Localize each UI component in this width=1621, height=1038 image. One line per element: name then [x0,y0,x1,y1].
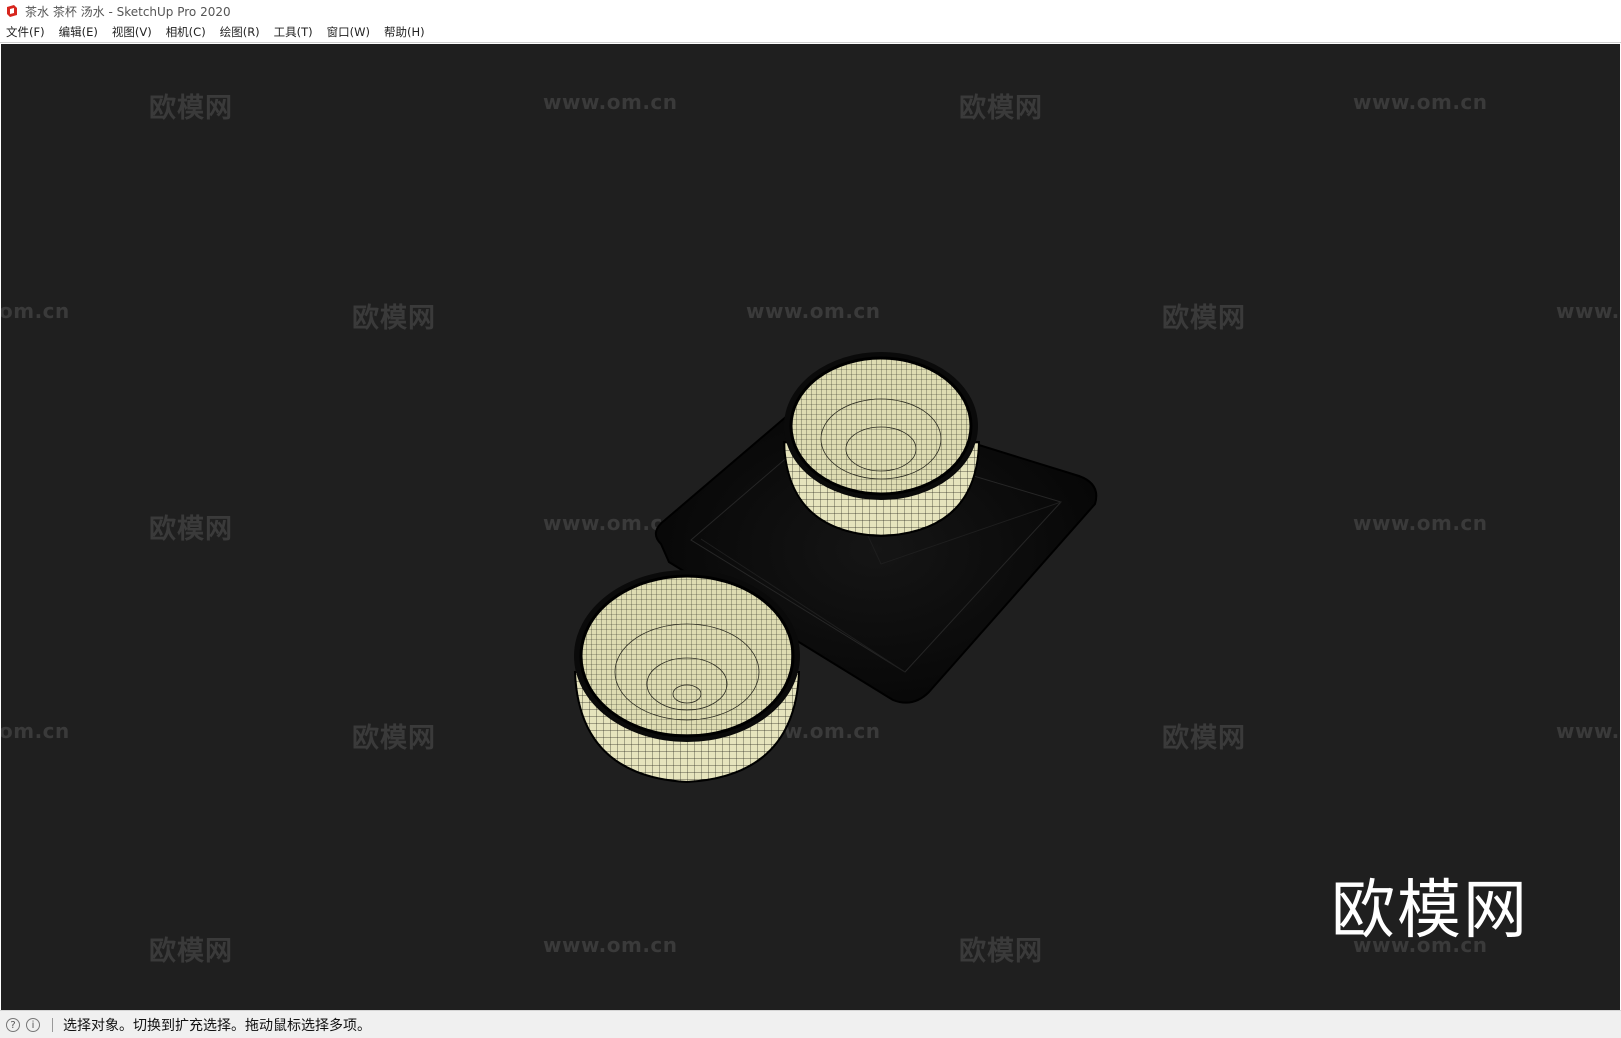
tea-cup-back[interactable] [782,352,981,538]
sketchup-logo-icon [7,5,17,17]
menu-camera[interactable]: 相机(C) [159,22,213,43]
menu-tools[interactable]: 工具(T) [267,22,320,43]
menu-file[interactable]: 文件(F) [0,22,52,43]
geo-location-icon[interactable]: ? [6,1017,20,1032]
title-bar: 茶水 茶杯 汤水 - SketchUp Pro 2020 [0,0,1621,22]
tea-cup-front[interactable] [573,570,801,784]
menu-draw[interactable]: 绘图(R) [213,22,267,43]
window-title: 茶水 茶杯 汤水 - SketchUp Pro 2020 [25,4,231,19]
menu-view[interactable]: 视图(V) [105,22,159,43]
menu-bar: 文件(F) 编辑(E) 视图(V) 相机(C) 绘图(R) 工具(T) 窗口(W… [0,22,1621,43]
menu-help[interactable]: 帮助(H) [377,22,432,43]
watermark-logo-large: 欧模网 [1331,874,1529,948]
model-viewport[interactable]: 欧模网 www.om.cn 欧模网 www.om.cn om.cn 欧模网 ww… [1,44,1620,1010]
menu-window[interactable]: 窗口(W) [320,22,377,43]
info-icon[interactable]: i [26,1017,40,1032]
menu-edit[interactable]: 编辑(E) [52,22,105,43]
status-divider [52,1017,53,1032]
status-bar: ? i 选择对象。切换到扩充选择。拖动鼠标选择多项。 [0,1010,1621,1038]
status-message: 选择对象。切换到扩充选择。拖动鼠标选择多项。 [63,1017,371,1034]
